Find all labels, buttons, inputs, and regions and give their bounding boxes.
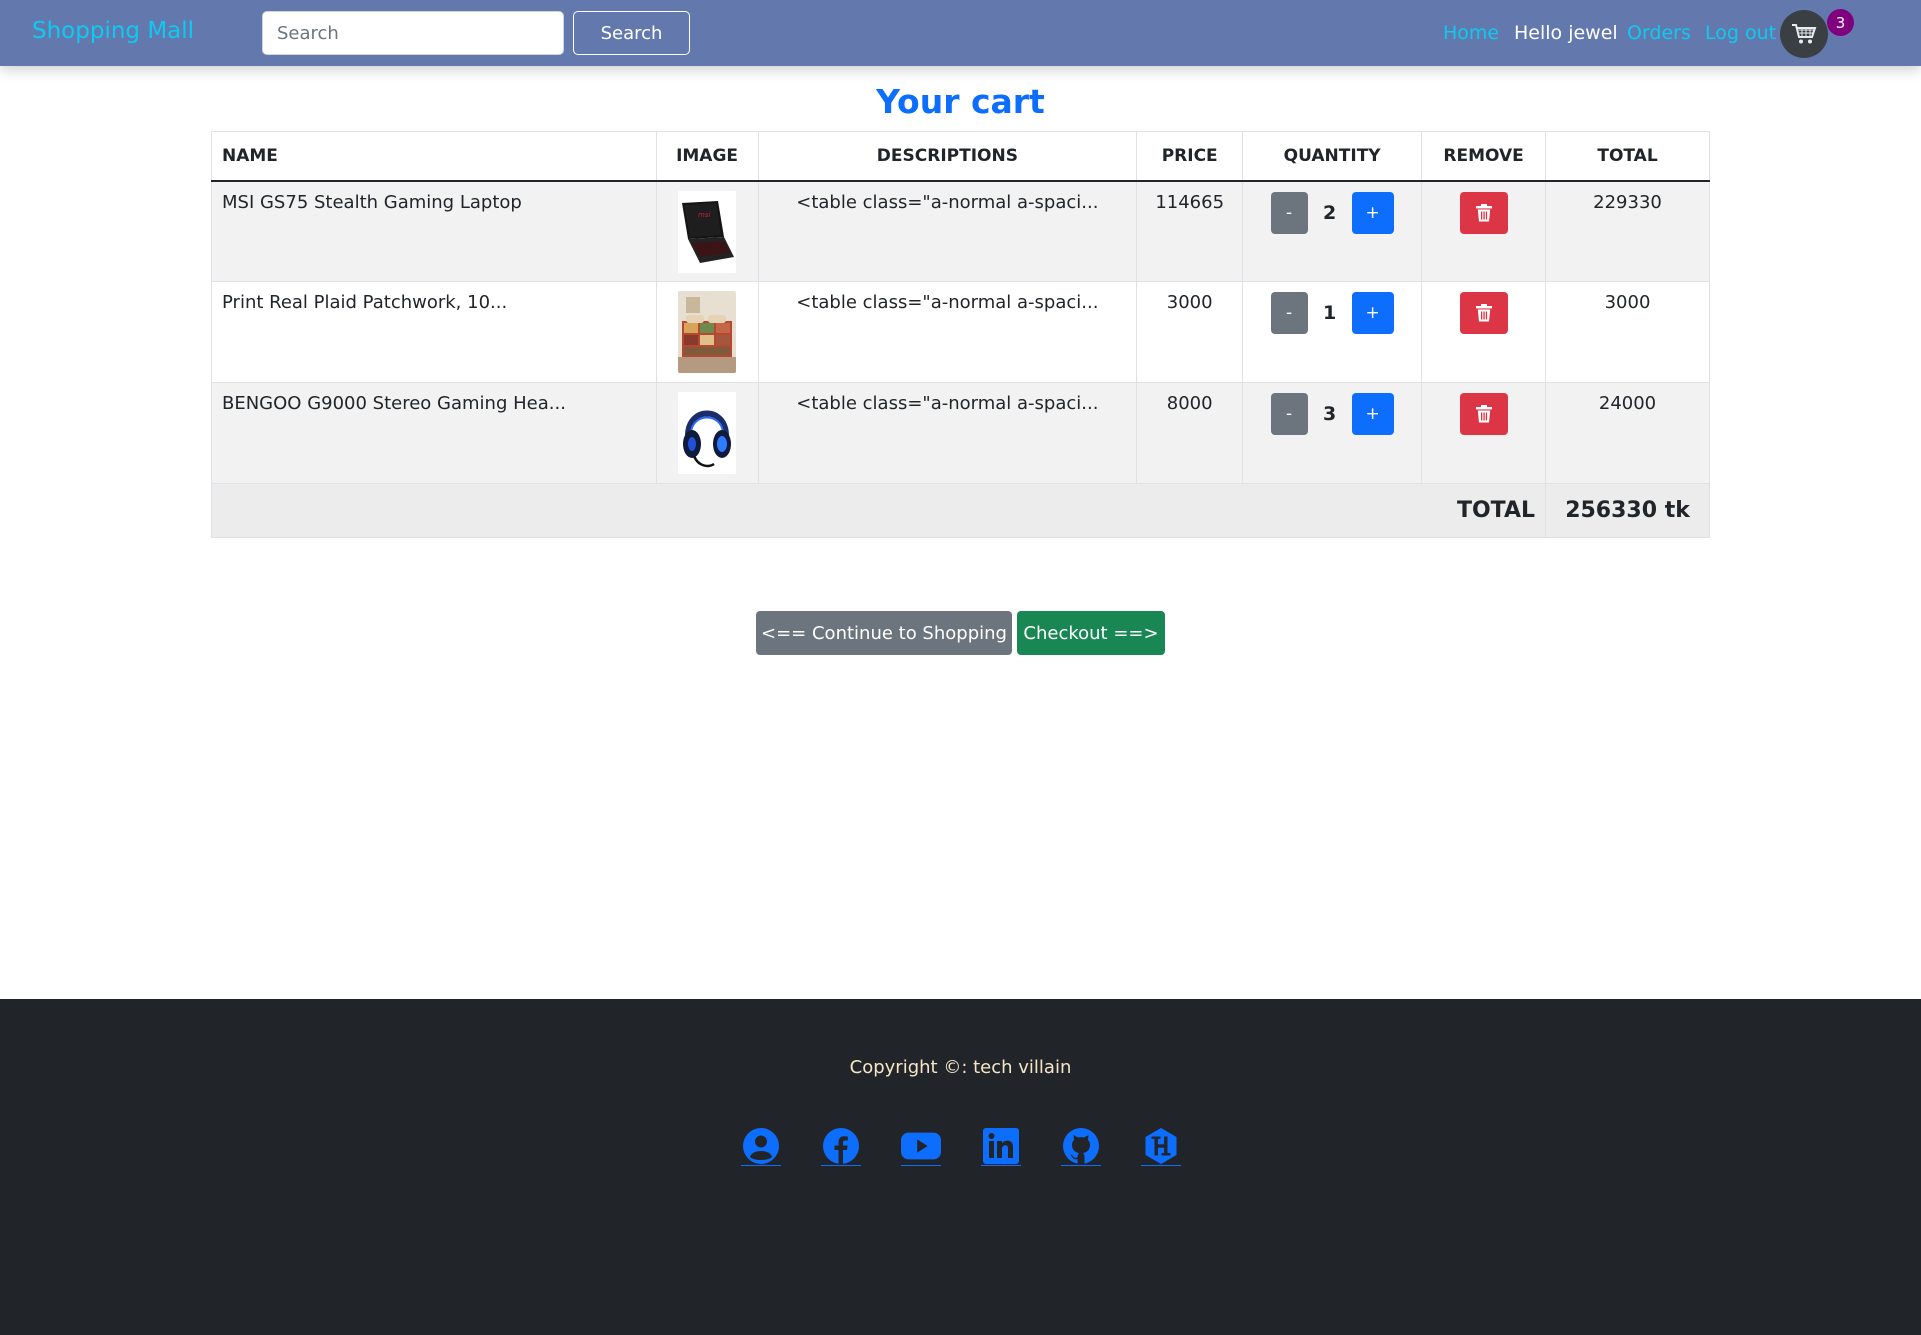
item-image-cell: msi	[655, 180, 759, 282]
item-quantity-cell: - 3 +	[1242, 382, 1423, 484]
header-price: PRICE	[1136, 131, 1244, 182]
header-quantity: QUANTITY	[1242, 131, 1423, 182]
youtube-icon[interactable]	[900, 1126, 941, 1166]
header-total: TOTAL	[1545, 131, 1710, 182]
search-input[interactable]	[262, 11, 564, 55]
nav-orders: Orders	[1627, 0, 1691, 66]
item-total: 3000	[1545, 281, 1710, 383]
brand-link[interactable]: Shopping Mall	[32, 18, 194, 44]
item-description: <table class="a-normal a-spaci...	[757, 281, 1138, 383]
remove-item-button[interactable]	[1459, 191, 1508, 234]
logout-link[interactable]: Log out	[1705, 22, 1776, 44]
item-name: MSI GS75 Stealth Gaming Laptop	[211, 180, 657, 282]
header-name: NAME	[211, 131, 657, 182]
bedding-thumbnail	[678, 291, 737, 373]
trash-icon	[1475, 203, 1492, 221]
item-quantity-cell: - 2 +	[1242, 180, 1423, 282]
table-row: MSI GS75 Stealth Gaming Laptop msi <tabl…	[211, 180, 1710, 282]
item-description: <table class="a-normal a-spaci...	[757, 382, 1138, 484]
item-remove-cell	[1421, 281, 1547, 383]
table-row: BENGOO G9000 Stereo Gaming Hea... <table…	[211, 382, 1710, 484]
item-name: Print Real Plaid Patchwork, 10...	[211, 281, 657, 383]
decrease-quantity-button[interactable]: -	[1270, 393, 1308, 435]
item-quantity-cell: - 1 +	[1242, 281, 1423, 383]
total-label: TOTAL	[210, 483, 1547, 538]
item-description: <table class="a-normal a-spaci...	[757, 180, 1138, 282]
nav-logout: Log out	[1705, 0, 1776, 66]
quantity-stepper: - 2 +	[1243, 191, 1421, 234]
quantity-stepper: - 3 +	[1243, 393, 1421, 435]
laptop-thumbnail: msi	[678, 190, 737, 273]
cart-count-badge: 3	[1827, 9, 1854, 36]
trash-icon	[1475, 304, 1492, 322]
increase-quantity-button[interactable]: +	[1351, 292, 1394, 334]
cart-table: NAME IMAGE DESCRIPTIONS PRICE QUANTITY R…	[210, 131, 1710, 538]
remove-item-button[interactable]	[1459, 393, 1508, 435]
svg-text:msi: msi	[698, 211, 710, 219]
item-total: 229330	[1545, 180, 1710, 282]
item-price: 3000	[1136, 281, 1244, 383]
quantity-stepper: - 1 +	[1243, 292, 1421, 334]
trash-icon	[1475, 405, 1492, 423]
user-greeting: Hello jewel	[1514, 22, 1618, 44]
item-remove-cell	[1421, 180, 1547, 282]
navbar: Shopping Mall Search Home Hello jewel Or…	[0, 0, 1921, 66]
item-name: BENGOO G9000 Stereo Gaming Hea...	[211, 382, 657, 484]
header-remove: REMOVE	[1421, 131, 1547, 182]
item-remove-cell	[1421, 382, 1547, 484]
quantity-value: 3	[1323, 403, 1337, 425]
item-price: 8000	[1136, 382, 1244, 484]
social-links	[0, 1126, 1921, 1166]
github-icon[interactable]	[1060, 1126, 1101, 1166]
increase-quantity-button[interactable]: +	[1351, 191, 1394, 234]
item-total: 24000	[1545, 382, 1710, 484]
continue-shopping-button[interactable]: <== Continue to Shopping	[756, 611, 1012, 655]
decrease-quantity-button[interactable]: -	[1270, 191, 1308, 234]
user-circle-icon[interactable]	[740, 1126, 781, 1166]
headset-thumbnail	[678, 392, 737, 474]
cart-total-row: TOTAL 256330 tk	[210, 483, 1710, 538]
page-title: Your cart	[876, 82, 1045, 121]
copyright-text: Copyright ©: tech villain	[849, 1057, 1072, 1078]
nav-home: Home	[1443, 0, 1499, 66]
grand-total: 256330 tk	[1545, 483, 1710, 538]
facebook-icon[interactable]	[820, 1126, 861, 1166]
remove-item-button[interactable]	[1459, 292, 1508, 334]
increase-quantity-button[interactable]: +	[1351, 393, 1394, 435]
header-descriptions: DESCRIPTIONS	[757, 131, 1138, 182]
nav-greeting: Hello jewel	[1514, 0, 1618, 66]
table-header-row: NAME IMAGE DESCRIPTIONS PRICE QUANTITY R…	[211, 131, 1710, 182]
item-image-cell	[655, 382, 759, 484]
linkedin-icon[interactable]	[980, 1126, 1021, 1166]
item-image-cell	[655, 281, 759, 383]
hashnode-icon[interactable]	[1140, 1126, 1181, 1166]
quantity-value: 1	[1323, 302, 1337, 324]
shopping-cart-icon	[1792, 24, 1817, 44]
home-link[interactable]: Home	[1443, 22, 1499, 44]
header-image: IMAGE	[655, 131, 759, 182]
cart-button[interactable]	[1780, 10, 1828, 58]
orders-link[interactable]: Orders	[1627, 22, 1691, 44]
search-button[interactable]: Search	[573, 11, 690, 55]
footer: Copyright ©: tech villain	[0, 999, 1921, 1335]
table-row: Print Real Plaid Patchwork, 10... <table…	[211, 281, 1710, 383]
decrease-quantity-button[interactable]: -	[1270, 292, 1308, 334]
checkout-button[interactable]: Checkout ==>	[1017, 611, 1165, 655]
item-price: 114665	[1136, 180, 1244, 282]
quantity-value: 2	[1323, 201, 1337, 224]
